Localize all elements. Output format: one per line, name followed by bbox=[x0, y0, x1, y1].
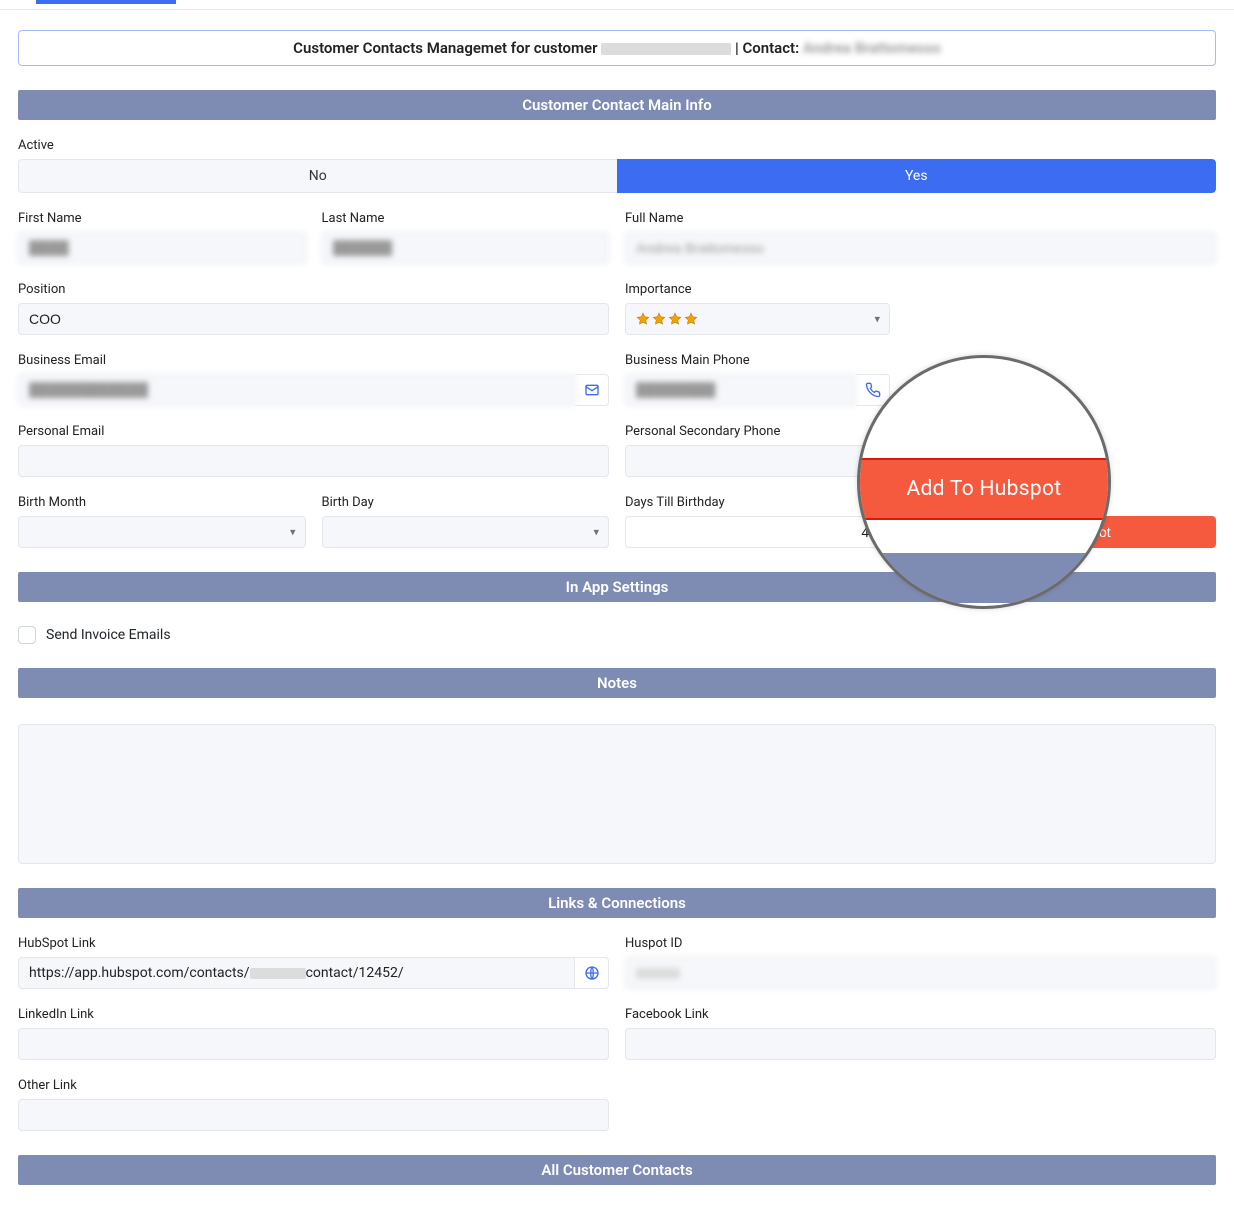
hubspot-link-prefix: https://app.hubspot.com/contacts/ bbox=[29, 965, 250, 981]
section-header-main-info: Customer Contact Main Info bbox=[18, 90, 1216, 120]
label-personal-phone: Personal Secondary Phone bbox=[625, 424, 1216, 439]
active-toggle-yes[interactable]: Yes bbox=[617, 159, 1217, 193]
section-header-in-app: In App Settings bbox=[18, 572, 1216, 602]
label-days-till: Days Till Birthday bbox=[625, 495, 1216, 510]
facebook-input[interactable] bbox=[625, 1028, 1216, 1060]
business-email-input[interactable] bbox=[18, 374, 575, 406]
other-link-input[interactable] bbox=[18, 1099, 609, 1131]
birth-day-select[interactable] bbox=[322, 516, 610, 548]
label-personal-email: Personal Email bbox=[18, 424, 609, 439]
label-send-invoice: Send Invoice Emails bbox=[46, 627, 171, 643]
section-header-links: Links & Connections bbox=[18, 888, 1216, 918]
active-toggle-no[interactable]: No bbox=[18, 159, 617, 193]
hubspot-link-redacted bbox=[250, 968, 306, 979]
label-first-name: First Name bbox=[18, 211, 306, 226]
label-position: Position bbox=[18, 282, 609, 297]
label-business-email: Business Email bbox=[18, 353, 609, 368]
add-to-hubspot-button[interactable]: Add To Hubspot bbox=[906, 516, 1216, 548]
label-other-link: Other Link bbox=[18, 1078, 609, 1093]
personal-phone-input[interactable] bbox=[625, 445, 890, 477]
section-header-notes: Notes bbox=[18, 668, 1216, 698]
active-tab-indicator bbox=[36, 0, 176, 4]
label-hubspot-id: Huspot ID bbox=[625, 936, 1216, 951]
label-active: Active bbox=[18, 138, 1216, 153]
importance-stars bbox=[636, 312, 698, 326]
title-contact-name: Andrea Brattomesso bbox=[803, 39, 941, 57]
mail-icon[interactable] bbox=[575, 374, 609, 406]
page-content: Customer Contacts Managemet for customer… bbox=[0, 10, 1234, 1215]
importance-select[interactable] bbox=[625, 303, 890, 335]
label-full-name: Full Name bbox=[625, 211, 1216, 226]
title-prefix: Customer Contacts Managemet for customer bbox=[293, 39, 597, 57]
first-name-input[interactable] bbox=[18, 232, 306, 264]
label-facebook: Facebook Link bbox=[625, 1007, 1216, 1022]
label-birth-day: Birth Day bbox=[322, 495, 610, 510]
title-customer-redacted bbox=[601, 43, 731, 55]
last-name-input[interactable] bbox=[322, 232, 610, 264]
personal-email-input[interactable] bbox=[18, 445, 609, 477]
hubspot-link-input[interactable]: https://app.hubspot.com/contacts/contact… bbox=[18, 957, 575, 989]
label-business-phone: Business Main Phone bbox=[625, 353, 1216, 368]
business-phone-input[interactable] bbox=[625, 374, 856, 406]
label-linkedin: LinkedIn Link bbox=[18, 1007, 609, 1022]
position-input[interactable] bbox=[18, 303, 609, 335]
full-name-input[interactable] bbox=[625, 232, 1216, 264]
label-importance: Importance bbox=[625, 282, 1216, 297]
section-header-all-contacts: All Customer Contacts bbox=[18, 1155, 1216, 1185]
top-bar bbox=[0, 0, 1234, 10]
send-invoice-checkbox[interactable] bbox=[18, 626, 36, 644]
phone-icon[interactable] bbox=[856, 374, 890, 406]
hubspot-id-input[interactable] bbox=[625, 957, 1216, 989]
hubspot-id-redacted bbox=[636, 968, 680, 979]
label-hubspot-link: HubSpot Link bbox=[18, 936, 609, 951]
title-contact-label: | Contact: bbox=[735, 39, 799, 57]
label-last-name: Last Name bbox=[322, 211, 610, 226]
linkedin-input[interactable] bbox=[18, 1028, 609, 1060]
globe-icon[interactable] bbox=[575, 957, 609, 989]
days-till-input[interactable] bbox=[625, 516, 890, 548]
hubspot-link-suffix: contact/12452/ bbox=[306, 965, 404, 981]
active-toggle[interactable]: No Yes bbox=[18, 159, 1216, 193]
birth-month-select[interactable] bbox=[18, 516, 306, 548]
label-birth-month: Birth Month bbox=[18, 495, 306, 510]
page-title-box: Customer Contacts Managemet for customer… bbox=[18, 30, 1216, 66]
notes-textarea[interactable] bbox=[18, 724, 1216, 864]
